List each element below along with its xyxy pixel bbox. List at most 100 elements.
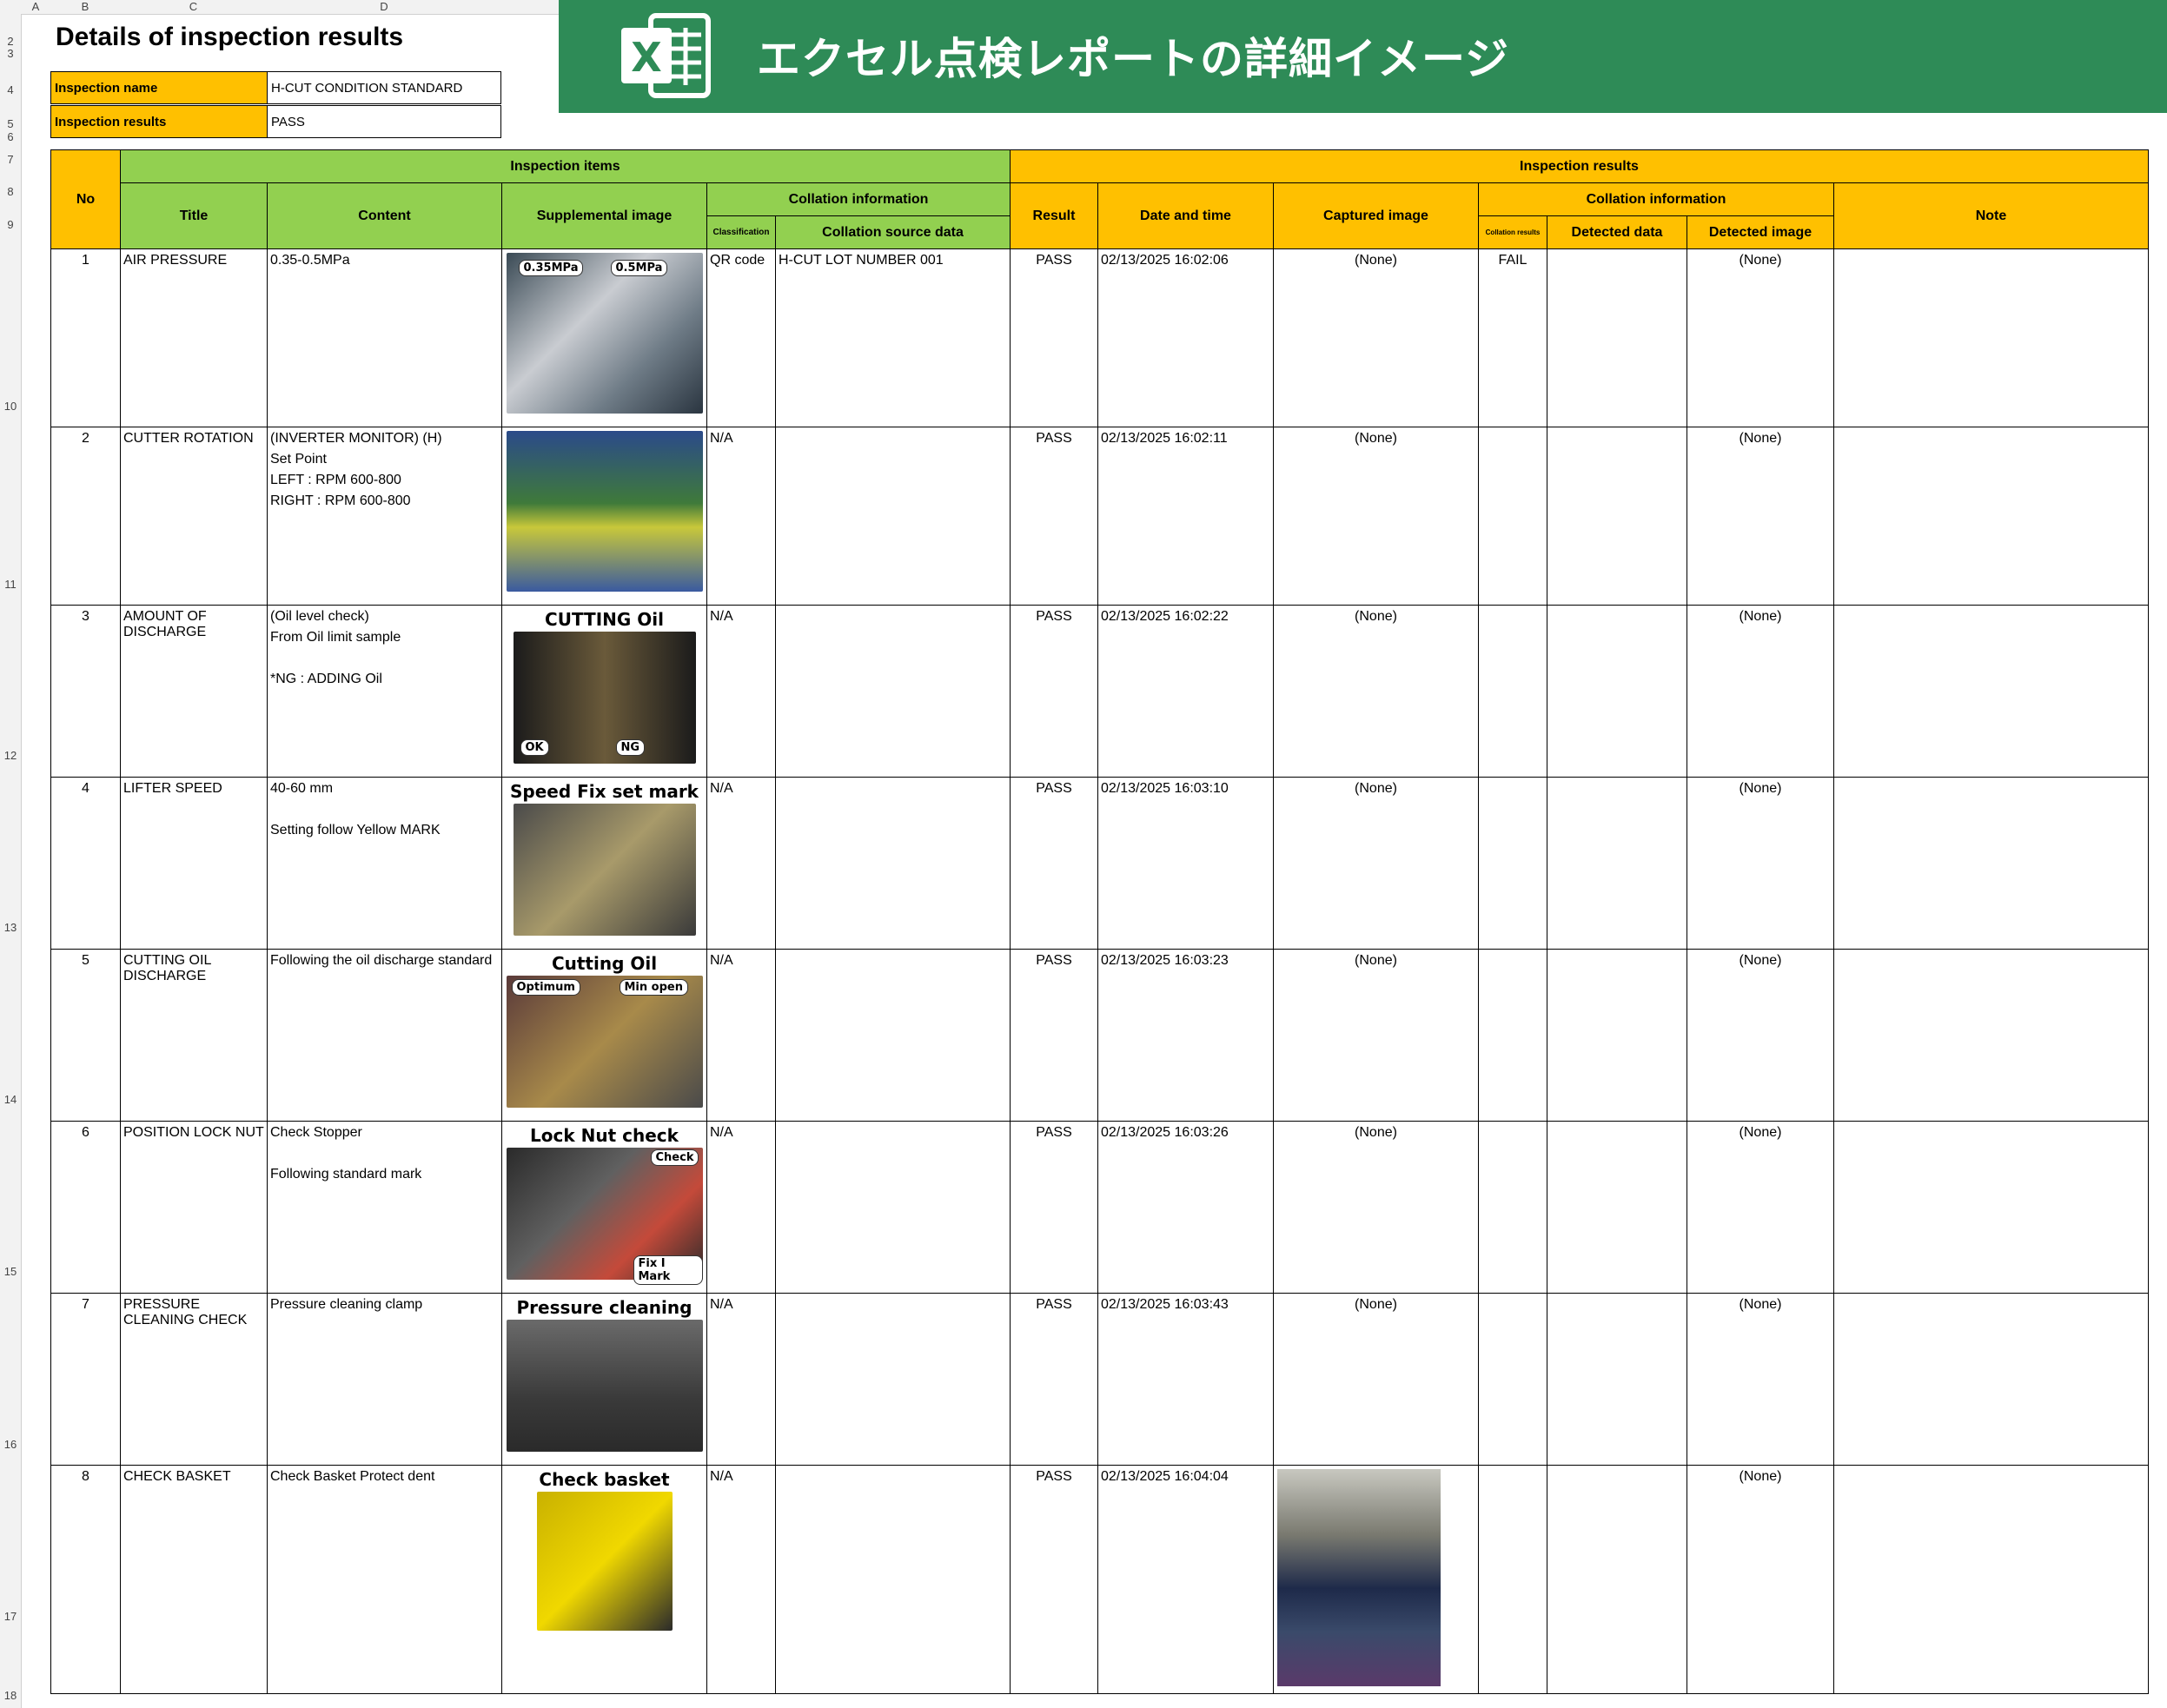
- row-captured-image[interactable]: (None): [1273, 427, 1479, 606]
- row-result[interactable]: PASS: [1010, 1465, 1098, 1694]
- row-collation-source[interactable]: [775, 1293, 1011, 1466]
- row-detected-image[interactable]: (None): [1687, 605, 1834, 778]
- row-classification[interactable]: N/A: [706, 1465, 776, 1694]
- row-no[interactable]: 7: [50, 1293, 121, 1466]
- row-number-17[interactable]: 17: [0, 1610, 21, 1623]
- row-classification[interactable]: N/A: [706, 427, 776, 606]
- row-result[interactable]: PASS: [1010, 427, 1098, 606]
- row-content[interactable]: Check Basket Protect dent: [267, 1465, 502, 1694]
- row-supplemental-image[interactable]: Pressure cleaning: [501, 1293, 707, 1466]
- row-collation-result[interactable]: [1478, 605, 1547, 778]
- row-captured-image[interactable]: [1273, 1465, 1479, 1694]
- row-supplemental-image[interactable]: Lock Nut check Check Fix I Mark: [501, 1121, 707, 1294]
- row-note[interactable]: [1833, 777, 2149, 950]
- row-collation-source[interactable]: [775, 427, 1011, 606]
- row-detected-data[interactable]: [1547, 1465, 1687, 1694]
- row-collation-result[interactable]: [1478, 1465, 1547, 1694]
- row-note[interactable]: [1833, 1293, 2149, 1466]
- row-detected-data[interactable]: [1547, 605, 1687, 778]
- row-collation-source[interactable]: [775, 777, 1011, 950]
- row-note[interactable]: [1833, 949, 2149, 1122]
- row-no[interactable]: 4: [50, 777, 121, 950]
- row-collation-result[interactable]: FAIL: [1478, 248, 1547, 427]
- row-content[interactable]: 40-60 mm Setting follow Yellow MARK: [267, 777, 502, 950]
- row-number-9[interactable]: 9: [0, 218, 21, 231]
- row-title[interactable]: LIFTER SPEED: [120, 777, 268, 950]
- row-result[interactable]: PASS: [1010, 605, 1098, 778]
- row-result[interactable]: PASS: [1010, 1293, 1098, 1466]
- row-note[interactable]: [1833, 248, 2149, 427]
- row-supplemental-image[interactable]: Cutting Oil DischargeOptimumMin open: [501, 949, 707, 1122]
- row-number-10[interactable]: 10: [0, 400, 21, 413]
- row-note[interactable]: [1833, 1121, 2149, 1294]
- row-note[interactable]: [1833, 605, 2149, 778]
- row-date-time[interactable]: 02/13/2025 16:03:10: [1097, 777, 1274, 950]
- row-date-time[interactable]: 02/13/2025 16:03:26: [1097, 1121, 1274, 1294]
- row-content[interactable]: Pressure cleaning clamp: [267, 1293, 502, 1466]
- row-collation-source[interactable]: [775, 949, 1011, 1122]
- row-result[interactable]: PASS: [1010, 777, 1098, 950]
- row-detected-image[interactable]: (None): [1687, 248, 1834, 427]
- row-classification[interactable]: N/A: [706, 1293, 776, 1466]
- row-number-12[interactable]: 12: [0, 749, 21, 762]
- row-date-time[interactable]: 02/13/2025 16:03:23: [1097, 949, 1274, 1122]
- column-letter-b[interactable]: B: [50, 0, 120, 14]
- row-collation-source[interactable]: [775, 605, 1011, 778]
- row-detected-image[interactable]: (None): [1687, 777, 1834, 950]
- row-supplemental-image[interactable]: Check basket: [501, 1465, 707, 1694]
- row-collation-source[interactable]: H-CUT LOT NUMBER 001: [775, 248, 1011, 427]
- column-letter-d[interactable]: D: [267, 0, 501, 14]
- row-captured-image[interactable]: (None): [1273, 1293, 1479, 1466]
- row-result[interactable]: PASS: [1010, 1121, 1098, 1294]
- row-date-time[interactable]: 02/13/2025 16:03:43: [1097, 1293, 1274, 1466]
- row-title[interactable]: CHECK BASKET: [120, 1465, 268, 1694]
- row-title[interactable]: POSITION LOCK NUT: [120, 1121, 268, 1294]
- row-captured-image[interactable]: (None): [1273, 605, 1479, 778]
- row-detected-data[interactable]: [1547, 1293, 1687, 1466]
- row-title[interactable]: AIR PRESSURE: [120, 248, 268, 427]
- row-number-14[interactable]: 14: [0, 1093, 21, 1106]
- row-detected-data[interactable]: [1547, 248, 1687, 427]
- column-letter-c[interactable]: C: [120, 0, 267, 14]
- row-number-16[interactable]: 16: [0, 1438, 21, 1451]
- column-letter-a[interactable]: A: [21, 0, 50, 14]
- row-number-8[interactable]: 8: [0, 185, 21, 198]
- row-captured-image[interactable]: (None): [1273, 248, 1479, 427]
- row-no[interactable]: 5: [50, 949, 121, 1122]
- row-number-3[interactable]: 3: [0, 47, 21, 60]
- row-detected-image[interactable]: (None): [1687, 1465, 1834, 1694]
- row-classification[interactable]: N/A: [706, 605, 776, 778]
- inspection-result-value[interactable]: PASS: [267, 105, 501, 138]
- row-note[interactable]: [1833, 1465, 2149, 1694]
- row-number-6[interactable]: 6: [0, 130, 21, 143]
- row-classification[interactable]: N/A: [706, 949, 776, 1122]
- row-no[interactable]: 8: [50, 1465, 121, 1694]
- row-note[interactable]: [1833, 427, 2149, 606]
- row-number-5[interactable]: 5: [0, 117, 21, 130]
- row-no[interactable]: 2: [50, 427, 121, 606]
- row-collation-result[interactable]: [1478, 427, 1547, 606]
- row-collation-source[interactable]: [775, 1121, 1011, 1294]
- row-number-4[interactable]: 4: [0, 83, 21, 96]
- row-detected-image[interactable]: (None): [1687, 1121, 1834, 1294]
- row-classification[interactable]: QR code: [706, 248, 776, 427]
- row-collation-result[interactable]: [1478, 1121, 1547, 1294]
- row-collation-result[interactable]: [1478, 777, 1547, 950]
- row-no[interactable]: 1: [50, 248, 121, 427]
- row-detected-data[interactable]: [1547, 777, 1687, 950]
- row-supplemental-image[interactable]: Speed Fix set mark: [501, 777, 707, 950]
- row-collation-result[interactable]: [1478, 1293, 1547, 1466]
- row-number-2[interactable]: 2: [0, 35, 21, 48]
- row-content[interactable]: 0.35-0.5MPa: [267, 248, 502, 427]
- row-title[interactable]: CUTTING OIL DISCHARGE: [120, 949, 268, 1122]
- row-detected-image[interactable]: (None): [1687, 949, 1834, 1122]
- row-detected-data[interactable]: [1547, 427, 1687, 606]
- row-captured-image[interactable]: (None): [1273, 1121, 1479, 1294]
- row-detected-data[interactable]: [1547, 949, 1687, 1122]
- row-detected-data[interactable]: [1547, 1121, 1687, 1294]
- row-date-time[interactable]: 02/13/2025 16:04:04: [1097, 1465, 1274, 1694]
- row-date-time[interactable]: 02/13/2025 16:02:22: [1097, 605, 1274, 778]
- row-captured-image[interactable]: (None): [1273, 949, 1479, 1122]
- row-date-time[interactable]: 02/13/2025 16:02:06: [1097, 248, 1274, 427]
- row-supplemental-image[interactable]: 0.35MPa 0.5MPa: [501, 248, 707, 427]
